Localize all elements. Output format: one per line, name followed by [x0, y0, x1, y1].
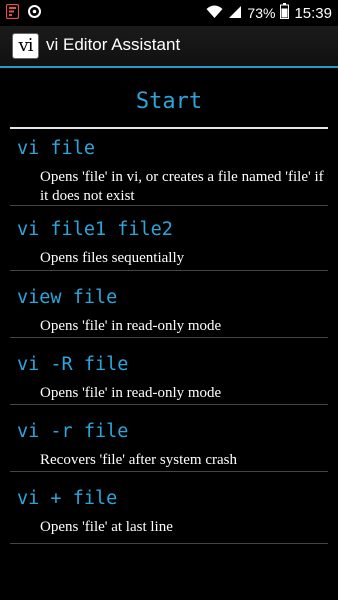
- list-divider: [10, 270, 328, 271]
- command-item[interactable]: vi -r file Recovers 'file' after system …: [10, 421, 328, 472]
- command-item[interactable]: view file Opens 'file' in read-only mode: [10, 287, 328, 338]
- main-content[interactable]: Start vi file Opens 'file' in vi, or cre…: [0, 68, 338, 600]
- app-screen: 73% 15:39 vi vi Editor Assistant Start v…: [0, 0, 338, 600]
- signal-icon: [228, 4, 242, 23]
- command-name: vi -r file: [17, 421, 129, 442]
- command-description: Opens files sequentially: [40, 250, 185, 266]
- command-name: view file: [17, 287, 118, 308]
- status-bar: 73% 15:39: [0, 0, 338, 26]
- command-item[interactable]: vi -R file Opens 'file' in read-only mod…: [10, 354, 328, 405]
- list-divider: [10, 205, 328, 206]
- command-name: vi file: [17, 138, 95, 159]
- list-divider: [10, 337, 328, 338]
- wifi-icon: [206, 4, 223, 23]
- command-description: Recovers 'file' after system crash: [40, 452, 237, 468]
- command-item[interactable]: vi file1 file2 Opens files sequentially: [10, 219, 328, 271]
- command-name: vi file1 file2: [17, 219, 173, 240]
- app-logo-icon[interactable]: vi: [12, 33, 39, 59]
- action-bar: vi vi Editor Assistant: [0, 26, 338, 68]
- list-divider: [10, 543, 328, 544]
- flipboard-notification-icon: [5, 3, 20, 23]
- list-divider: [10, 404, 328, 405]
- command-description: Opens 'file' in read-only mode: [40, 385, 222, 401]
- status-left: [5, 3, 42, 23]
- command-item[interactable]: vi file Opens 'file' in vi, or creates a…: [10, 138, 328, 206]
- section-title: Start: [135, 89, 203, 114]
- command-name: vi + file: [17, 488, 118, 509]
- command-description: Opens 'file' in read-only mode: [40, 318, 222, 334]
- battery-percent: 73%: [247, 5, 276, 21]
- command-description: Opens 'file' in vi, or creates a file na…: [40, 169, 324, 204]
- app-logo-text: vi: [18, 35, 34, 56]
- command-name: vi -R file: [17, 354, 129, 375]
- command-item[interactable]: vi + file Opens 'file' at last line: [10, 488, 328, 544]
- list-divider: [10, 471, 328, 472]
- section-title-rule: [10, 127, 328, 129]
- data-saver-icon: [27, 4, 42, 23]
- status-right: 73% 15:39: [206, 3, 332, 23]
- app-title: vi Editor Assistant: [46, 35, 181, 54]
- command-description: Opens 'file' at last line: [40, 519, 173, 535]
- status-time: 15:39: [294, 4, 332, 22]
- battery-icon: [280, 3, 290, 23]
